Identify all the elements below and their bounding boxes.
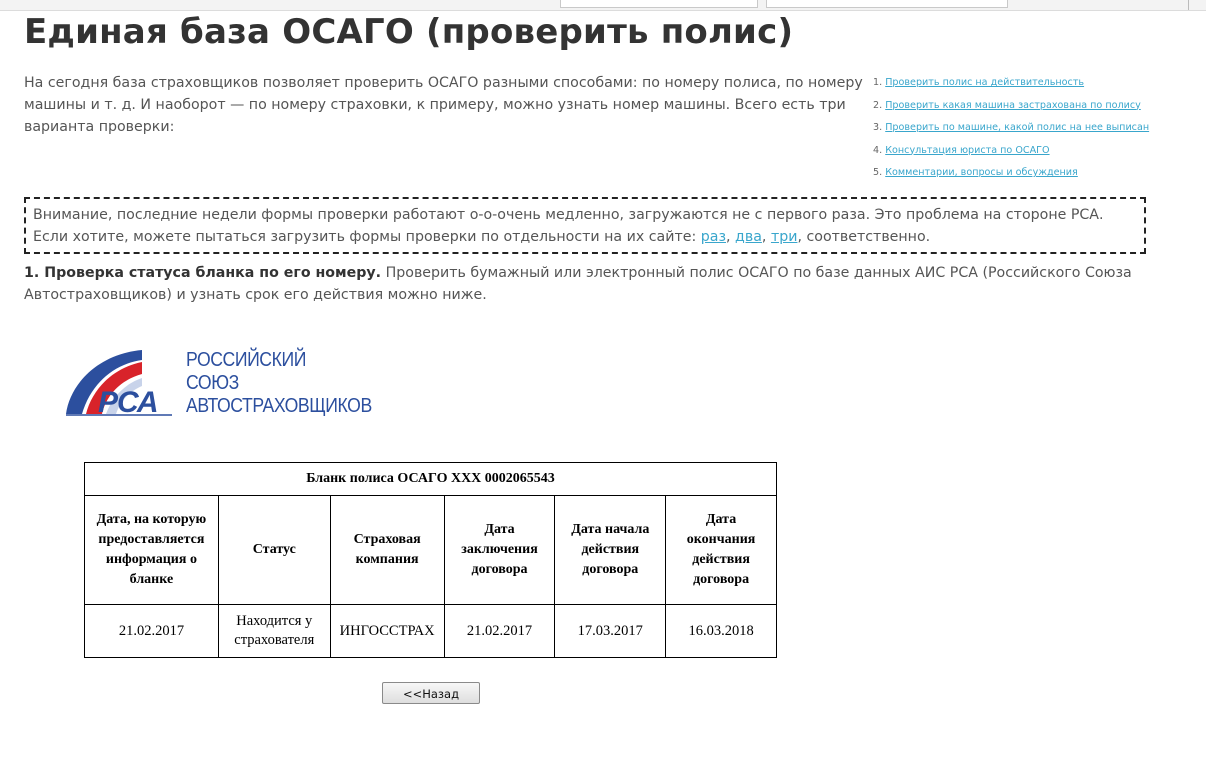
table-row: 21.02.2017 Находится у страхователя ИНГО… <box>84 604 777 658</box>
toolbar-field[interactable] <box>560 0 758 8</box>
toc-number: 1. <box>873 77 883 88</box>
toolbar-divider <box>1188 0 1189 10</box>
notice-link-two[interactable]: два <box>735 229 762 245</box>
page-title: Единая база ОСАГО (проверить полис) <box>24 12 794 52</box>
cell-insurer: ИНГОССТРАХ <box>329 604 445 658</box>
column-header-insurer: Страховая компания <box>329 495 445 605</box>
column-header-end-date: Дата окончания действия договора <box>665 495 777 605</box>
notice-link-one[interactable]: раз <box>701 229 726 245</box>
policy-status-table: Бланк полиса ОСАГО ХХХ 0002065543 Дата, … <box>84 462 777 658</box>
toc-link-check-by-car[interactable]: Проверить по машине, какой полис на нее … <box>885 122 1149 133</box>
column-header-status: Статус <box>217 495 331 605</box>
toc-item: 4. Консультация юриста по ОСАГО <box>873 142 1149 165</box>
notice-link-three[interactable]: три <box>771 229 798 245</box>
cell-start-date: 17.03.2017 <box>554 604 667 658</box>
notice-separator: , <box>726 229 736 245</box>
logo-wordmark: РОССИЙСКИЙ СОЮЗ АВТОСТРАХОВЩИКОВ <box>186 348 372 417</box>
toc-item: 5. Комментарии, вопросы и обсуждения <box>873 164 1149 187</box>
toc-number: 4. <box>873 144 883 156</box>
step-1-description: 1. Проверка статуса бланка по его номеру… <box>24 262 1134 306</box>
browser-toolbar-strip <box>0 0 1206 11</box>
logo-line-2: СОЮЗ <box>186 371 239 394</box>
logo-line-3: АВТОСТРАХОВЩИКОВ <box>186 394 372 417</box>
column-header-info-date: Дата, на которую предоставляется информа… <box>84 495 219 605</box>
intro-paragraph: На сегодня база страховщиков позволяет п… <box>24 75 863 135</box>
logo-line-1: РОССИЙСКИЙ <box>186 348 306 371</box>
cell-status: Находится у страхователя <box>217 604 331 658</box>
notice-text: Внимание, последние недели формы проверк… <box>33 207 1104 245</box>
logo-abbreviation: РСА <box>98 386 158 418</box>
toc-link-check-validity[interactable]: Проверить полис на действительность <box>885 77 1084 88</box>
toc-link-lawyer[interactable]: Консультация юриста по ОСАГО <box>885 145 1049 156</box>
back-button[interactable]: <<Назад <box>382 682 480 704</box>
cell-info-date: 21.02.2017 <box>84 604 219 658</box>
cell-contract-date: 21.02.2017 <box>443 604 556 658</box>
cell-end-date: 16.03.2018 <box>665 604 777 658</box>
toc-number: 3. <box>873 122 883 133</box>
toc-link-check-car[interactable]: Проверить какая машина застрахована по п… <box>885 100 1141 111</box>
step-1-heading: 1. Проверка статуса бланка по его номеру… <box>24 265 382 281</box>
toc-item: 1. Проверить полис на действительность <box>873 74 1149 97</box>
toc-item: 2. Проверить какая машина застрахована п… <box>873 97 1149 120</box>
toc-number: 2. <box>873 99 883 111</box>
table-header-row: Дата, на которую предоставляется информа… <box>84 495 777 605</box>
notice-tail: , соответственно. <box>797 229 931 245</box>
column-header-start-date: Дата начала действия договора <box>554 495 667 605</box>
toc-link-comments[interactable]: Комментарии, вопросы и обсуждения <box>885 167 1078 178</box>
table-caption: Бланк полиса ОСАГО ХХХ 0002065543 <box>84 462 777 496</box>
notice-separator: , <box>761 229 771 245</box>
toolbar-search-field[interactable] <box>766 0 1008 8</box>
toc-number: 5. <box>873 167 883 178</box>
column-header-contract-date: Дата заключения договора <box>443 495 556 605</box>
toc-item: 3. Проверить по машине, какой полис на н… <box>873 119 1149 142</box>
table-of-contents: 1. Проверить полис на действительность 2… <box>873 74 1149 187</box>
warning-notice: Внимание, последние недели формы проверк… <box>24 197 1146 254</box>
